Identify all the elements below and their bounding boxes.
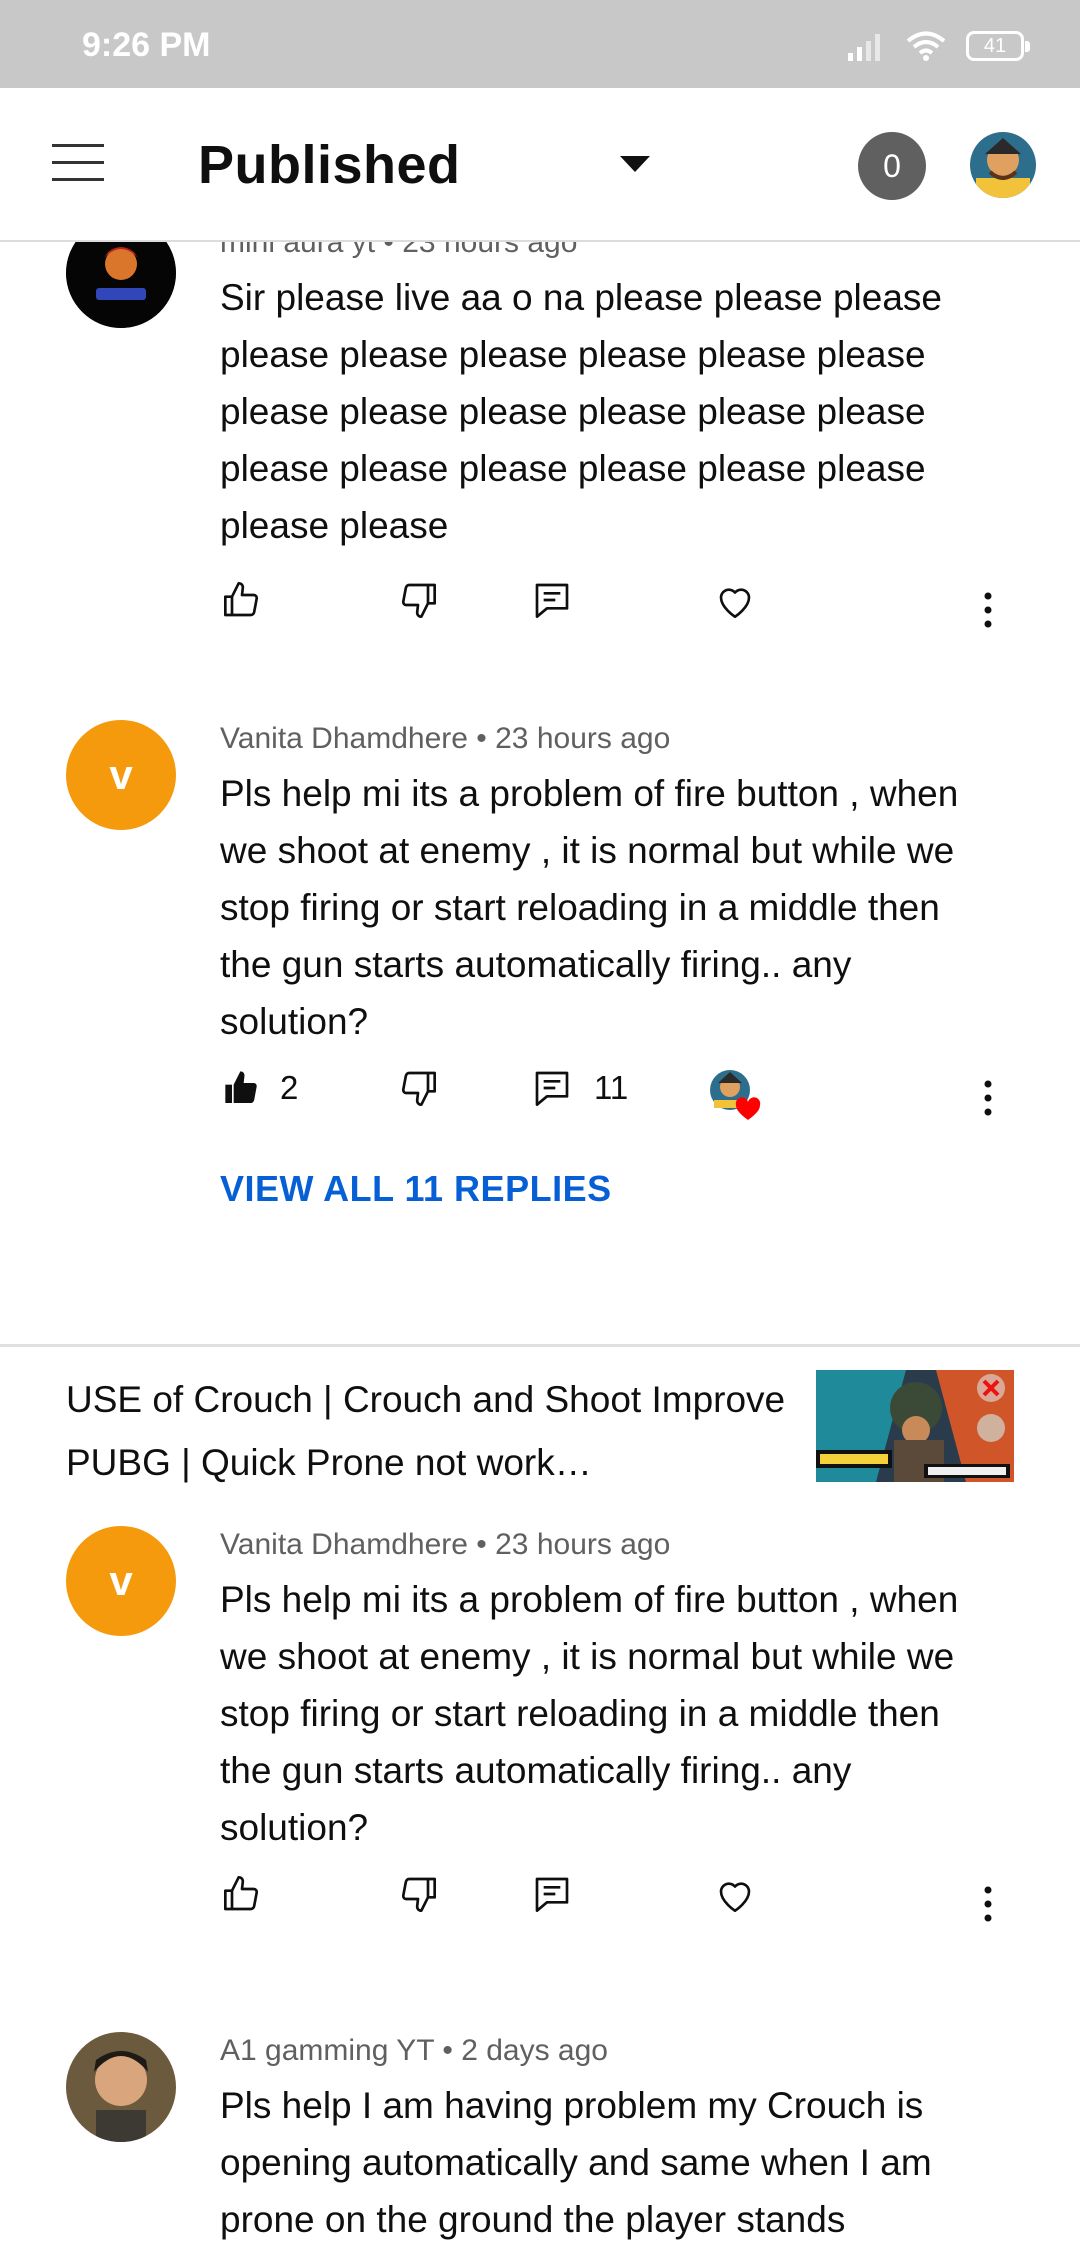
reply-icon	[535, 1071, 569, 1106]
heart-button[interactable]	[714, 580, 756, 622]
avatar[interactable]	[66, 242, 176, 328]
comment-actions	[0, 580, 1080, 640]
comment-meta: Vanita Dhamdhere • 23 hours ago	[220, 722, 670, 756]
comment-meta: mini aura yt • 23 hours ago	[220, 242, 577, 260]
comment-text: Pls help I am having problem my Crouch i…	[220, 2085, 932, 2240]
comment-time: 23 hours ago	[402, 242, 578, 259]
dislike-button[interactable]	[398, 580, 438, 620]
status-icons: 41	[846, 26, 1030, 66]
reply-button[interactable]	[532, 1874, 572, 1914]
comment-actions	[0, 1874, 1080, 1934]
comment-time: 23 hours ago	[495, 722, 671, 755]
reply-icon	[535, 583, 569, 618]
like-button[interactable]	[222, 580, 262, 620]
reply-count: 11	[594, 1069, 629, 1106]
comment-text: Pls help mi its a problem of fire button…	[220, 1579, 959, 1848]
comment-meta: A1 gamming YT • 2 days ago	[220, 2034, 608, 2068]
thumbs-down-icon	[401, 1877, 436, 1912]
avatar[interactable]: v	[66, 1526, 176, 1636]
more-options-icon[interactable]	[970, 580, 1006, 640]
thumbs-up-filled-icon	[225, 1071, 257, 1103]
view-replies-button[interactable]: VIEW ALL 11 REPLIES	[220, 1168, 612, 1210]
like-button[interactable]: 2	[222, 1068, 298, 1108]
meta-separator: •	[383, 242, 403, 259]
comment-actions: 2 11	[0, 1068, 1080, 1128]
dislike-button[interactable]	[398, 1874, 438, 1914]
hamburger-icon[interactable]	[52, 144, 104, 184]
heart-icon	[719, 1882, 751, 1913]
like-button[interactable]	[222, 1874, 262, 1914]
comment-time: 23 hours ago	[495, 1528, 671, 1561]
reply-icon	[535, 1877, 569, 1912]
account-avatar[interactable]	[970, 132, 1036, 198]
heart-icon	[719, 588, 751, 619]
thumbs-up-icon	[224, 582, 259, 617]
signal-icon	[848, 34, 880, 61]
comment-author[interactable]: A1 gamming YT	[220, 2034, 434, 2067]
section-divider	[0, 1344, 1080, 1347]
wifi-icon	[906, 31, 946, 61]
reply-button[interactable]: 11	[532, 1068, 628, 1108]
more-options-icon[interactable]	[970, 1068, 1006, 1128]
more-options-icon[interactable]	[970, 1874, 1006, 1934]
comment-author[interactable]: Vanita Dhamdhere	[220, 722, 468, 755]
comment-meta: Vanita Dhamdhere • 23 hours ago	[220, 1528, 670, 1562]
comment-time: 2 days ago	[461, 2034, 608, 2067]
caret-down-icon[interactable]	[620, 156, 650, 172]
thumbs-up-icon	[224, 1876, 259, 1911]
video-thumbnail[interactable]	[816, 1370, 1014, 1482]
video-title[interactable]: USE of Crouch | Crouch and Shoot Improve…	[66, 1368, 786, 1494]
comment-author[interactable]: Vanita Dhamdhere	[220, 1528, 468, 1561]
avatar[interactable]: v	[66, 720, 176, 830]
thumbs-down-icon	[401, 1071, 436, 1106]
page-title[interactable]: Published	[198, 134, 461, 196]
meta-separator: •	[476, 722, 496, 755]
meta-separator: •	[476, 1528, 496, 1561]
like-count: 2	[280, 1069, 299, 1106]
battery-icon: 41	[966, 31, 1030, 61]
comments-list: mini aura yt • 23 hours ago Sir please l…	[0, 242, 1080, 2246]
comment-author[interactable]: mini aura yt	[220, 242, 375, 259]
comment-text: Pls help mi its a problem of fire button…	[220, 773, 959, 1042]
creator-heart[interactable]	[706, 1068, 764, 1122]
notifications-badge[interactable]: 0	[858, 132, 926, 200]
status-time: 9:26 PM	[82, 26, 211, 64]
meta-separator: •	[442, 2034, 462, 2067]
heart-button[interactable]	[714, 1874, 756, 1916]
status-bar: 9:26 PM 41	[0, 0, 1080, 88]
creator-heart-icon	[710, 1070, 761, 1120]
avatar[interactable]	[66, 2032, 176, 2142]
thumbs-down-icon	[401, 583, 436, 618]
reply-button[interactable]	[532, 580, 572, 620]
app-bar: Published 0	[0, 88, 1080, 242]
comment-text: Sir please live aa o na please please pl…	[220, 277, 942, 546]
dislike-button[interactable]	[398, 1068, 438, 1108]
